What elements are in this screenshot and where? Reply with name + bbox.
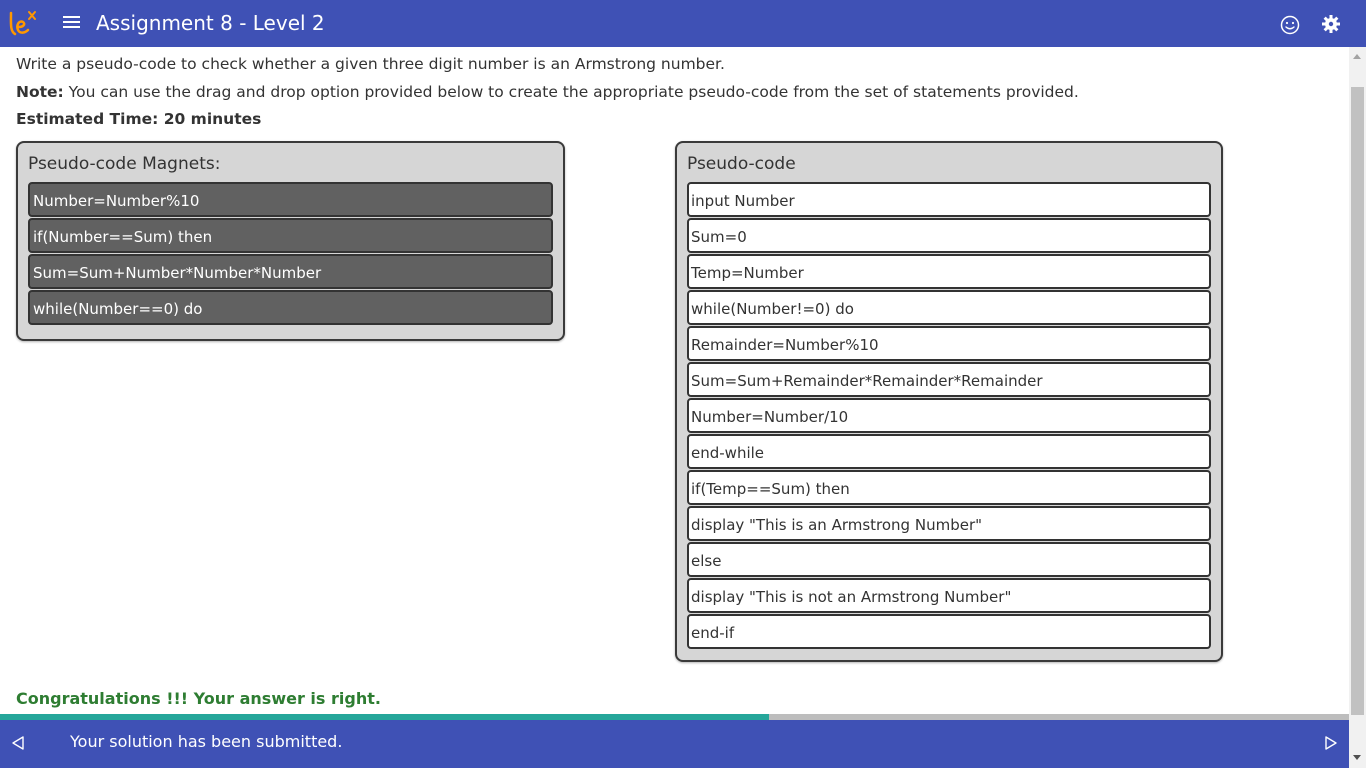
top-app-bar: Assignment 8 - Level 2 [0,0,1366,47]
scroll-down-arrow-icon[interactable] [1353,755,1361,760]
pseudocode-line[interactable]: end-if [687,614,1211,649]
scrollbar-thumb[interactable] [1351,87,1364,715]
settings-gear-icon[interactable] [1321,14,1341,34]
pseudocode-line[interactable]: end-while [687,434,1211,469]
pseudocode-line[interactable]: else [687,542,1211,577]
pseudocode-line[interactable]: while(Number!=0) do [687,290,1211,325]
magnets-panel: Pseudo-code Magnets: Number=Number%10 if… [16,141,565,341]
pseudocode-line[interactable]: display "This is an Armstrong Number" [687,506,1211,541]
magnet-item[interactable]: while(Number==0) do [28,290,553,325]
submission-status: Your solution has been submitted. [70,732,343,751]
pseudocode-line[interactable]: if(Temp==Sum) then [687,470,1211,505]
page-title: Assignment 8 - Level 2 [96,11,325,35]
pseudocode-line[interactable]: input Number [687,182,1211,217]
hamburger-menu-icon[interactable] [63,16,80,30]
bottom-bar: Your solution has been submitted. [0,720,1349,768]
note-body: You can use the drag and drop option pro… [63,83,1079,101]
result-message: Congratulations !!! Your answer is right… [16,689,381,708]
estimated-time: Estimated Time: 20 minutes [16,110,262,128]
note-text: Note: You can use the drag and drop opti… [16,83,1079,101]
magnet-item[interactable]: if(Number==Sum) then [28,218,553,253]
magnet-item[interactable]: Number=Number%10 [28,182,553,217]
pseudocode-panel-title: Pseudo-code [687,154,796,174]
pseudocode-line[interactable]: Temp=Number [687,254,1211,289]
smiley-icon[interactable] [1280,15,1300,35]
question-text: Write a pseudo-code to check whether a g… [16,55,725,73]
pseudocode-line[interactable]: Number=Number/10 [687,398,1211,433]
pseudocode-line[interactable]: Remainder=Number%10 [687,326,1211,361]
pseudocode-line[interactable]: Sum=Sum+Remainder*Remainder*Remainder [687,362,1211,397]
lex-logo-icon[interactable] [7,9,41,39]
vertical-scrollbar[interactable] [1349,47,1366,768]
magnets-panel-title: Pseudo-code Magnets: [28,154,221,174]
note-label: Note: [16,83,64,101]
pseudocode-line[interactable]: Sum=0 [687,218,1211,253]
pseudocode-panel: Pseudo-code input Number Sum=0 Temp=Numb… [675,141,1223,662]
previous-arrow-icon[interactable] [10,735,26,751]
scroll-up-arrow-icon[interactable] [1353,54,1361,59]
pseudocode-line[interactable]: display "This is not an Armstrong Number… [687,578,1211,613]
next-arrow-icon[interactable] [1323,735,1339,751]
magnet-item[interactable]: Sum=Sum+Number*Number*Number [28,254,553,289]
